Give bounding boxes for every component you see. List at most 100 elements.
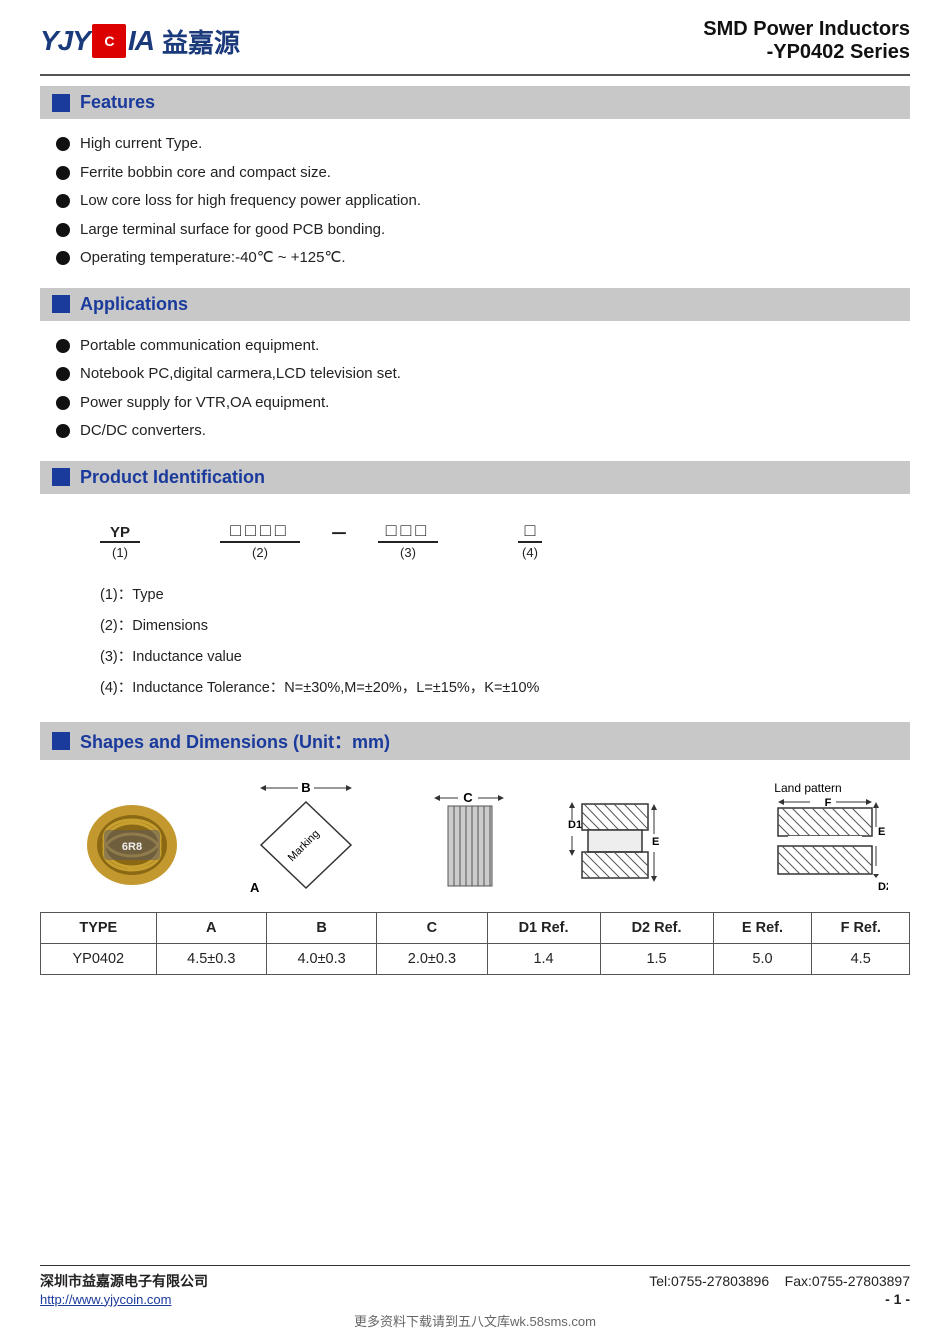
footer-url[interactable]: http://www.yjycoin.com xyxy=(40,1292,172,1307)
land-pattern-diagram: Land pattern F xyxy=(728,780,868,890)
col-e: E Ref. xyxy=(713,913,812,944)
svg-text:E: E xyxy=(878,826,885,838)
product-id-legend: (1)：Type (2)：Dimensions (3)：Inductance v… xyxy=(40,574,910,715)
dimensions-table: TYPE A B C D1 Ref. D2 Ref. E Ref. F Ref.… xyxy=(40,912,910,975)
cell-a: 4.5±0.3 xyxy=(156,944,266,975)
footer-row1: 深圳市益嘉源电子有限公司 Tel:0755-27803896 Fax:0755-… xyxy=(40,1271,910,1291)
logo: YJY C IA 益嘉源 xyxy=(40,23,240,60)
svg-text:C: C xyxy=(463,790,473,805)
part4-num: (4) xyxy=(522,545,538,560)
features-list: High current Type. Ferrite bobbin core a… xyxy=(40,129,910,280)
svg-text:Marking: Marking xyxy=(286,828,322,864)
part2-num: (2) xyxy=(252,545,268,560)
logo-yjy: YJY xyxy=(40,25,90,57)
svg-text:E: E xyxy=(652,836,659,848)
list-item: Low core loss for high frequency power a… xyxy=(56,190,910,213)
logo-icon-c: C xyxy=(92,24,126,58)
product-series: -YP0402 Series xyxy=(703,41,910,64)
footer-tel: Tel:0755-27803896 xyxy=(649,1273,769,1289)
bullet-dot xyxy=(56,223,70,237)
col-d1: D1 Ref. xyxy=(487,913,600,944)
legend-item: (1)：Type xyxy=(100,584,880,607)
col-c: C xyxy=(377,913,487,944)
logo-area: YJY C IA 益嘉源 xyxy=(40,23,240,60)
bullet-dot xyxy=(56,396,70,410)
bullet-dot xyxy=(56,339,70,353)
list-item: Operating temperature:-40℃ ~ +125℃. xyxy=(56,247,910,270)
cell-c: 2.0±0.3 xyxy=(377,944,487,975)
list-item: Power supply for VTR,OA equipment. xyxy=(56,392,910,415)
list-item: Portable communication equipment. xyxy=(56,335,910,358)
footer-page: - 1 - xyxy=(885,1291,910,1307)
footer-contact: Tel:0755-27803896 Fax:0755-27803897 xyxy=(649,1273,910,1289)
applications-icon xyxy=(52,295,70,313)
diagram-part2: □□□□ (2) xyxy=(220,520,300,560)
diagram-part3: □□□ (3) xyxy=(378,520,438,560)
list-item: High current Type. xyxy=(56,133,910,156)
table-row: YP0402 4.5±0.3 4.0±0.3 2.0±0.3 1.4 1.5 5… xyxy=(41,944,910,975)
list-item: Notebook PC,digital carmera,LCD televisi… xyxy=(56,363,910,386)
part1-label: YP xyxy=(110,524,130,541)
cell-e: 5.0 xyxy=(713,944,812,975)
cell-d1: 1.4 xyxy=(487,944,600,975)
shapes-images-row: 6R8 B A Marking C xyxy=(40,770,910,906)
page-header: YJY C IA 益嘉源 SMD Power Inductors -YP0402… xyxy=(40,18,910,76)
header-title: SMD Power Inductors -YP0402 Series xyxy=(703,18,910,64)
svg-text:D2: D2 xyxy=(878,881,888,893)
bullet-dot xyxy=(56,194,70,208)
rect-diagram: C xyxy=(430,790,510,890)
watermark: 更多资料下载请到五八文库wk.58sms.com xyxy=(40,1311,910,1330)
table-header-row: TYPE A B C D1 Ref. D2 Ref. E Ref. F Ref. xyxy=(41,913,910,944)
svg-text:D1: D1 xyxy=(568,819,582,831)
features-title: Features xyxy=(80,92,155,113)
footer-fax: Fax:0755-27803897 xyxy=(785,1273,910,1289)
diagram-dash: － xyxy=(330,520,348,546)
product-line: SMD Power Inductors xyxy=(703,18,910,41)
svg-text:F: F xyxy=(825,797,832,809)
product-id-section-header: Product Identification xyxy=(40,461,910,494)
list-item: Large terminal surface for good PCB bond… xyxy=(56,219,910,242)
footer: 深圳市益嘉源电子有限公司 Tel:0755-27803896 Fax:0755-… xyxy=(40,1265,910,1330)
logo-chinese: 益嘉源 xyxy=(162,23,240,60)
applications-section-header: Applications xyxy=(40,288,910,321)
diagram-part4: □ (4) xyxy=(518,520,542,560)
shapes-section-header: Shapes and Dimensions (Unit：mm) xyxy=(40,722,910,760)
product-id-diagram: YP (1) □□□□ (2) － □□□ (3) xyxy=(40,504,910,574)
cell-f: 4.5 xyxy=(812,944,910,975)
inductor-photo: 6R8 xyxy=(82,800,182,890)
col-type: TYPE xyxy=(41,913,157,944)
features-icon xyxy=(52,94,70,112)
legend-item: (2)：Dimensions xyxy=(100,615,880,638)
svg-text:Land pattern: Land pattern xyxy=(774,781,841,795)
col-d2: D2 Ref. xyxy=(600,913,713,944)
svg-text:A: A xyxy=(250,880,260,895)
product-id-title: Product Identification xyxy=(80,467,265,488)
svg-text:B: B xyxy=(301,780,310,795)
applications-title: Applications xyxy=(80,294,188,315)
bullet-dot xyxy=(56,367,70,381)
cell-type: YP0402 xyxy=(41,944,157,975)
legend-item: (3)：Inductance value xyxy=(100,646,880,669)
list-item: Ferrite bobbin core and compact size. xyxy=(56,162,910,185)
diamond-diagram: B A Marking xyxy=(236,780,376,890)
side-diagram: D1 E xyxy=(564,790,674,890)
shapes-icon xyxy=(52,732,70,750)
logo-ia: IA xyxy=(128,25,154,57)
diagram-part1: YP (1) xyxy=(100,524,140,560)
col-a: A xyxy=(156,913,266,944)
cell-d2: 1.5 xyxy=(600,944,713,975)
bullet-dot xyxy=(56,251,70,265)
page: YJY C IA 益嘉源 SMD Power Inductors -YP0402… xyxy=(0,0,950,1344)
footer-company: 深圳市益嘉源电子有限公司 xyxy=(40,1271,208,1291)
product-id-icon xyxy=(52,468,70,486)
list-item: DC/DC converters. xyxy=(56,420,910,443)
part2-boxes: □□□□ xyxy=(230,520,290,541)
part3-boxes: □□□ xyxy=(386,520,431,541)
shapes-title: Shapes and Dimensions (Unit：mm) xyxy=(80,728,390,754)
part4-box: □ xyxy=(525,520,536,541)
col-b: B xyxy=(266,913,376,944)
legend-item: (4)：Inductance Tolerance：N=±30%,M=±20%，L… xyxy=(100,677,880,700)
col-f: F Ref. xyxy=(812,913,910,944)
footer-row2: http://www.yjycoin.com - 1 - xyxy=(40,1291,910,1307)
svg-text:6R8: 6R8 xyxy=(122,841,142,853)
